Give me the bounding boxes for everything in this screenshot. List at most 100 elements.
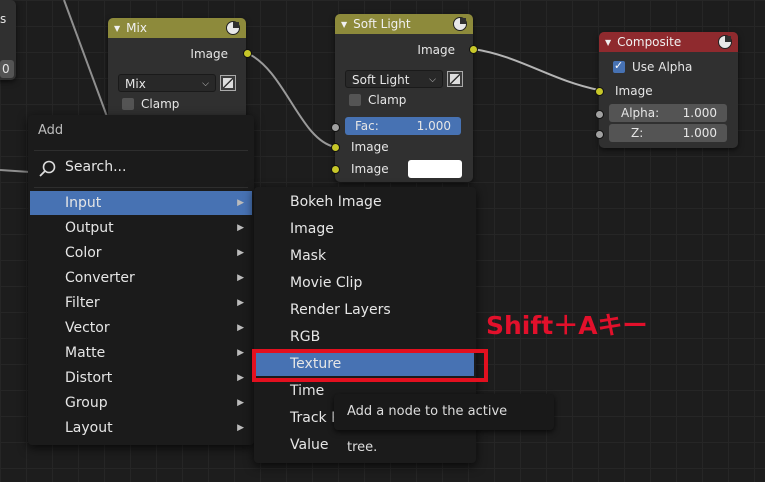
submenu-arrow-icon: ▶ xyxy=(237,198,244,208)
add-menu-title: Add xyxy=(38,123,64,138)
menu-item-label: Converter xyxy=(65,270,135,286)
tooltip: Add a node to the active tree. xyxy=(334,394,554,455)
composite-z-field[interactable]: Z: 1.000 xyxy=(609,124,727,142)
menu-item-label: Output xyxy=(65,220,114,236)
link-left-in xyxy=(0,169,31,173)
use-alpha-checkbox[interactable] xyxy=(613,59,625,73)
mix-blend-value: Mix xyxy=(125,77,146,91)
soft-light-image2-socket[interactable] xyxy=(331,165,340,174)
collapse-arrow-icon[interactable]: ▼ xyxy=(605,38,611,47)
menu-item-color[interactable]: Color ▶ xyxy=(30,241,252,265)
submenu-item-label: Bokeh Image xyxy=(290,194,382,210)
search-item[interactable]: Search... xyxy=(38,157,248,181)
submenu-item-render-layers[interactable]: Render Layers xyxy=(256,298,474,322)
collapse-arrow-icon[interactable]: ▼ xyxy=(341,20,347,29)
submenu-item-image[interactable]: Image xyxy=(256,217,474,241)
submenu-item-bokeh-image[interactable]: Bokeh Image xyxy=(256,190,474,214)
soft-light-fac-socket[interactable] xyxy=(331,123,340,132)
partial-node-left[interactable]: s 0 xyxy=(0,0,16,80)
menu-divider xyxy=(34,187,248,188)
menu-item-label: Layout xyxy=(65,420,113,436)
submenu-item-mask[interactable]: Mask xyxy=(256,244,474,268)
menu-item-label: Vector xyxy=(65,320,110,336)
submenu-item-label: Value xyxy=(290,437,329,453)
composite-alpha-socket[interactable] xyxy=(595,110,604,119)
submenu-arrow-icon: ▶ xyxy=(237,373,244,383)
soft-light-blend-value: Soft Light xyxy=(352,73,410,87)
menu-item-matte[interactable]: Matte ▶ xyxy=(30,341,252,365)
soft-light-clamp-checkbox[interactable] xyxy=(349,94,361,106)
annotation-label: Shift＋Aキー xyxy=(486,311,648,340)
submenu-arrow-icon: ▶ xyxy=(237,223,244,233)
composite-node-title: Composite xyxy=(617,35,682,49)
submenu-item-label: Time xyxy=(290,383,325,399)
pin-icon[interactable] xyxy=(453,17,467,31)
fac-value: 1.000 xyxy=(416,119,451,133)
composite-node-header[interactable]: ▼ Composite xyxy=(599,32,738,52)
composite-z-socket[interactable] xyxy=(595,130,604,139)
mix-blend-dropdown[interactable]: Mix ⌵ xyxy=(118,74,216,92)
submenu-item-movie-clip[interactable]: Movie Clip xyxy=(256,271,474,295)
mix-clamp-label: Clamp xyxy=(141,97,180,111)
submenu-arrow-icon: ▶ xyxy=(237,398,244,408)
menu-item-converter[interactable]: Converter ▶ xyxy=(30,266,252,290)
submenu-item-label: Image xyxy=(290,221,334,237)
menu-item-filter[interactable]: Filter ▶ xyxy=(30,291,252,315)
menu-item-label: Distort xyxy=(65,370,113,386)
pin-icon[interactable] xyxy=(226,21,240,35)
menu-divider xyxy=(34,150,248,151)
soft-light-node[interactable]: ▼ Soft Light Image Soft Light ⌵ Clamp Fa… xyxy=(331,14,478,182)
menu-item-layout[interactable]: Layout ▶ xyxy=(30,416,252,440)
menu-item-output[interactable]: Output ▶ xyxy=(30,216,252,240)
add-menu[interactable]: Add Search... Input ▶ Output ▶ Color ▶ Convert… xyxy=(28,115,254,445)
menu-item-group[interactable]: Group ▶ xyxy=(30,391,252,415)
chevron-down-icon: ⌵ xyxy=(202,79,209,89)
menu-item-vector[interactable]: Vector ▶ xyxy=(30,316,252,340)
menu-item-input[interactable]: Input ▶ xyxy=(30,191,252,215)
soft-light-clamp-label: Clamp xyxy=(368,93,407,107)
alpha-label: Alpha: xyxy=(621,106,660,120)
submenu-arrow-icon: ▶ xyxy=(237,423,244,433)
mix-output-socket[interactable] xyxy=(243,49,252,58)
soft-light-fac-field[interactable]: Fac: 1.000 xyxy=(345,117,461,135)
submenu-item-label: Mask xyxy=(290,248,327,264)
submenu-arrow-icon: ▶ xyxy=(237,298,244,308)
collapse-arrow-icon[interactable]: ▼ xyxy=(114,24,120,33)
color-swatch[interactable] xyxy=(408,160,462,178)
soft-light-image2-label: Image xyxy=(351,162,389,176)
composite-image-socket[interactable] xyxy=(595,87,604,96)
menu-item-label: Input xyxy=(65,195,102,211)
soft-light-image1-socket[interactable] xyxy=(331,143,340,152)
chevron-down-icon: ⌵ xyxy=(429,75,436,85)
mix-node-header[interactable]: ▼ Mix xyxy=(108,18,246,38)
menu-item-label: Color xyxy=(65,245,102,261)
use-alpha-toggle-icon[interactable] xyxy=(220,75,236,91)
soft-light-blend-dropdown[interactable]: Soft Light ⌵ xyxy=(345,70,443,88)
search-icon xyxy=(39,160,56,177)
composite-node[interactable]: ▼ Composite Use Alpha Image Alpha: 1.000… xyxy=(595,32,738,148)
mix-output-image-label: Image xyxy=(190,47,228,61)
menu-item-label: Group xyxy=(65,395,108,411)
submenu-item-label: RGB xyxy=(290,329,321,345)
z-label: Z: xyxy=(631,126,644,140)
menu-item-distort[interactable]: Distort ▶ xyxy=(30,366,252,390)
mix-node-title: Mix xyxy=(126,21,147,35)
composite-alpha-field[interactable]: Alpha: 1.000 xyxy=(609,104,727,122)
submenu-arrow-icon: ▶ xyxy=(237,348,244,358)
use-alpha-toggle-icon[interactable] xyxy=(447,71,463,87)
partial-node-field[interactable]: 0 xyxy=(0,60,14,78)
submenu-item-label: Render Layers xyxy=(290,302,391,318)
soft-light-node-title: Soft Light xyxy=(353,17,411,31)
search-label: Search... xyxy=(65,159,127,175)
soft-light-output-image-label: Image xyxy=(417,43,455,57)
link-top-left xyxy=(63,0,113,131)
use-alpha-label: Use Alpha xyxy=(632,60,693,74)
soft-light-output-socket[interactable] xyxy=(469,45,478,54)
partial-node-label: s xyxy=(0,12,7,26)
z-value: 1.000 xyxy=(682,126,717,140)
pin-icon[interactable] xyxy=(718,35,732,49)
mix-clamp-checkbox[interactable] xyxy=(122,98,134,110)
soft-light-node-header[interactable]: ▼ Soft Light xyxy=(335,14,473,34)
link-softlight-to-composite xyxy=(472,48,600,91)
submenu-item-rgb[interactable]: RGB xyxy=(256,325,474,349)
